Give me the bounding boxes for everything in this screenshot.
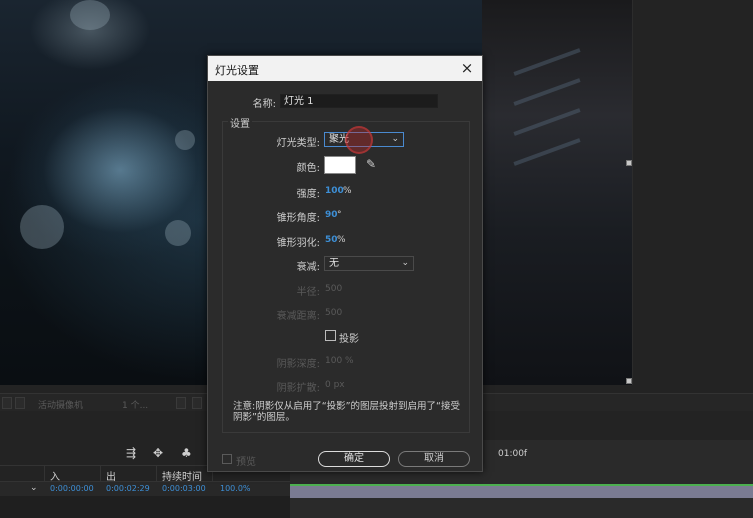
toolbar-toggle[interactable] [2, 397, 12, 409]
name-label: 名称: [252, 99, 276, 110]
intensity-value[interactable]: 100 [325, 186, 344, 196]
color-swatch[interactable] [324, 156, 356, 174]
column-duration[interactable]: 持续时间 [162, 468, 202, 483]
views-select[interactable]: 1 个... [122, 398, 148, 411]
camera-select[interactable]: 活动摄像机 [38, 398, 83, 411]
frame-blending-icon[interactable]: ✥ [153, 446, 163, 460]
settings-group-label: 设置 [228, 115, 252, 130]
scene-detail [513, 108, 581, 136]
light-settings-dialog: 灯光设置 × 名称: 灯光 1 设置 灯光类型: 聚光 ⌄ 颜色: ✎ 强度: … [207, 55, 483, 472]
chevron-down-icon: ⌄ [401, 258, 409, 268]
bokeh-highlight [175, 130, 195, 150]
radius-value: 500 [325, 284, 343, 294]
layer-in-time[interactable]: 0:00:00:00 [50, 484, 94, 493]
layer-handle[interactable] [626, 160, 632, 166]
cone-angle-label: 锥形角度: [276, 213, 320, 224]
bokeh-highlight [70, 0, 110, 30]
toolbar-toggle[interactable] [176, 397, 186, 409]
casts-shadows-label[interactable]: 投影 [339, 330, 359, 345]
name-field[interactable]: 灯光 1 [280, 94, 438, 108]
intensity-unit: % [343, 186, 352, 196]
falloff-distance-value: 500 [325, 308, 343, 318]
app-window: 活动摄像机 1 个... ⇶ ✥ ♣ ▣ ⌂ 入 出 持续时间 ⌄ 0:00:0… [0, 0, 753, 518]
shadow-note: 注意:阴影仅从启用了“投影”的图层投射到启用了“接受阴影”的图层。 [233, 401, 460, 423]
falloff-label: 衰减: [296, 262, 320, 273]
toolbar-toggle[interactable] [15, 397, 25, 409]
falloff-value: 无 [329, 258, 339, 269]
layer-track-bar[interactable] [290, 484, 753, 498]
radius-label: 半径: [296, 287, 320, 298]
cancel-button[interactable]: 取消 [398, 451, 470, 467]
chevron-down-icon: ⌄ [391, 134, 399, 144]
casts-shadows-checkbox[interactable] [325, 330, 336, 341]
right-panel [632, 0, 753, 385]
cone-feather-unit: % [337, 235, 346, 245]
dialog-titlebar[interactable]: 灯光设置 × [208, 56, 482, 81]
layer-out-time[interactable]: 0:00:02:29 [106, 484, 150, 493]
layer-stretch[interactable]: 100.0% [220, 484, 251, 493]
layer-duration[interactable]: 0:00:03:00 [162, 484, 206, 493]
cursor-highlight [345, 126, 373, 154]
timeline-layer-row[interactable]: ⌄ 0:00:00:00 0:00:02:29 0:00:03:00 100.0… [0, 482, 290, 496]
cone-angle-value[interactable]: 90 [325, 210, 338, 220]
bokeh-highlight [20, 205, 64, 249]
falloff-distance-label: 衰减距离: [276, 311, 320, 322]
eyedropper-icon[interactable]: ✎ [366, 157, 380, 173]
color-label: 颜色: [296, 163, 320, 174]
dialog-title: 灯光设置 [215, 64, 259, 77]
toolbar-toggle[interactable] [192, 397, 202, 409]
scene-detail [513, 48, 581, 76]
timeline-empty-area [0, 496, 290, 518]
shadow-darkness-value: 100 % [325, 356, 354, 366]
shadow-diffusion-label: 阴影扩散: [276, 383, 320, 394]
ok-button[interactable]: 确定 [318, 451, 390, 467]
shadow-diffusion-value: 0 px [325, 380, 345, 390]
cone-feather-value[interactable]: 50 [325, 235, 338, 245]
viewer-scene-right [482, 0, 632, 385]
shy-layers-icon[interactable]: ⇶ [126, 446, 136, 460]
cone-feather-label: 锥形羽化: [276, 238, 320, 249]
preview-checkbox[interactable] [222, 454, 232, 464]
cone-angle-unit: ° [337, 210, 342, 220]
layer-handle[interactable] [626, 378, 632, 384]
close-icon[interactable]: × [458, 59, 476, 77]
preview-label[interactable]: 预览 [236, 453, 256, 468]
shadow-darkness-label: 阴影深度: [276, 359, 320, 370]
scene-detail [513, 78, 581, 106]
scene-detail [513, 138, 581, 166]
bokeh-highlight [165, 220, 191, 246]
intensity-label: 强度: [296, 189, 320, 200]
chevron-down-icon[interactable]: ⌄ [30, 483, 38, 493]
time-ruler-label: 01:00f [498, 449, 528, 459]
column-in[interactable]: 入 [50, 468, 60, 483]
falloff-select[interactable]: 无 ⌄ [324, 256, 414, 271]
column-out[interactable]: 出 [106, 468, 116, 483]
motion-blur-icon[interactable]: ♣ [181, 446, 192, 460]
light-type-label: 灯光类型: [276, 138, 320, 149]
